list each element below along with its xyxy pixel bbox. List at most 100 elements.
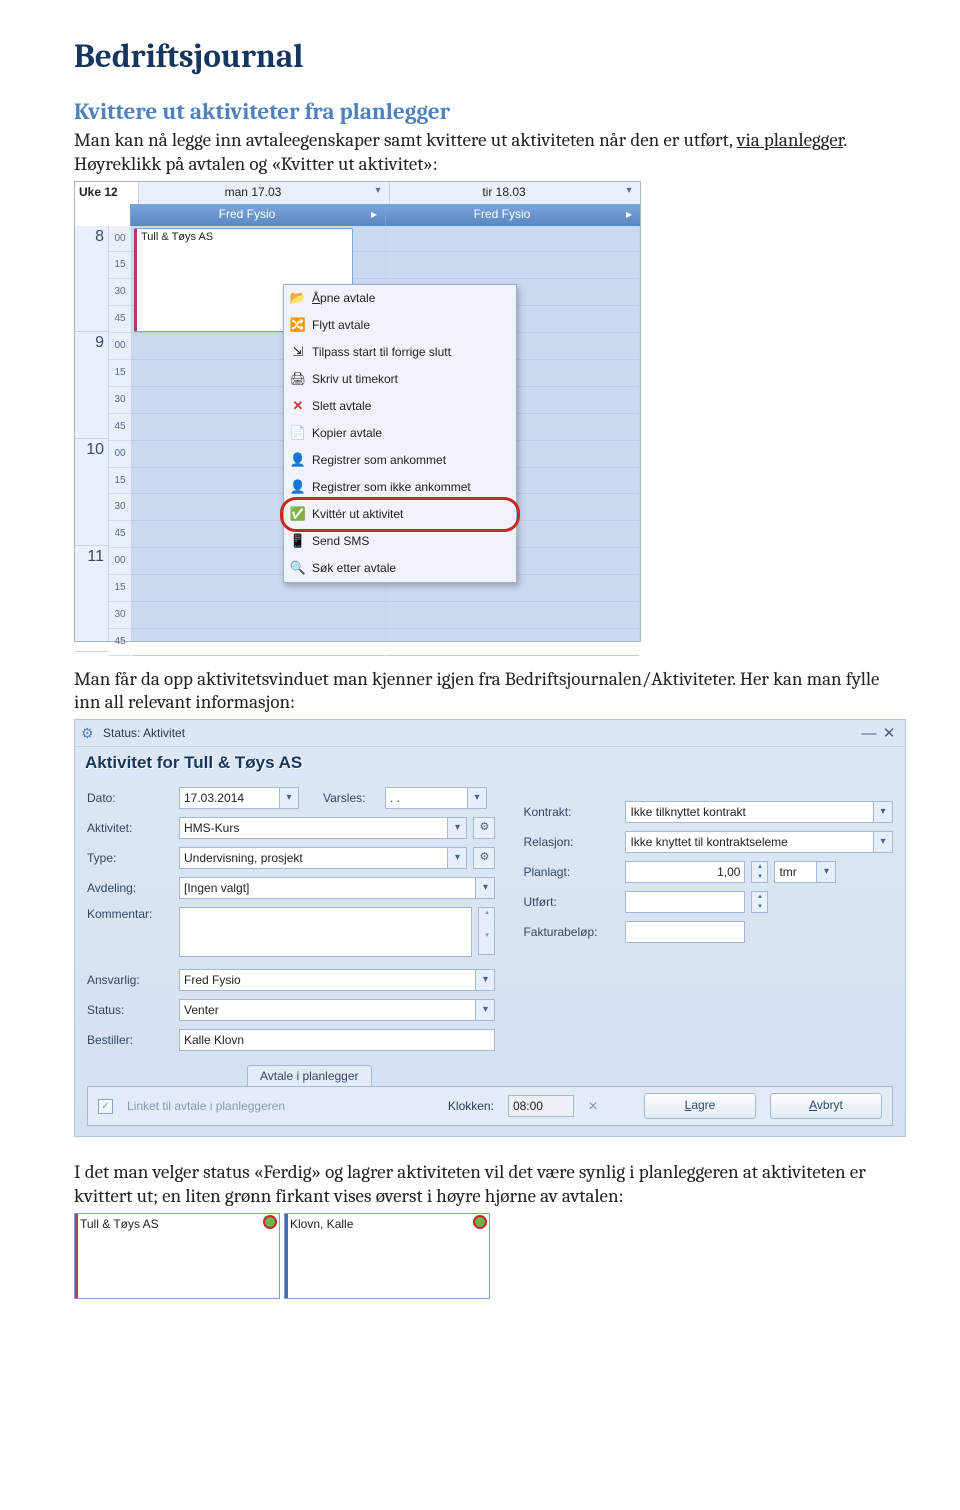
label-bestiller: Bestiller:: [87, 1033, 173, 1047]
hour-cell: 8: [75, 226, 108, 333]
minimize-button[interactable]: —: [859, 725, 879, 742]
menu-kvitter-ut-aktivitet[interactable]: ✅Kvittér ut aktivitet: [284, 501, 516, 528]
label-planlagt: Planlagt:: [523, 865, 619, 879]
move-icon: 🔀: [284, 317, 312, 333]
klokken-field: 08:00: [508, 1095, 574, 1117]
label-relasjon: Relasjon:: [523, 835, 619, 849]
avdeling-field[interactable]: [Ingen valgt]▾: [179, 877, 495, 899]
planlagt-field[interactable]: 1,00: [625, 861, 745, 883]
week-label: Uke 12: [75, 182, 138, 204]
minute-cell: 15: [109, 575, 131, 602]
label-aktivitet: Aktivitet:: [87, 821, 173, 835]
activity-dialog: ⚙ Status: Aktivitet — ✕ Aktivitet for Tu…: [74, 719, 906, 1137]
context-menu: 📂Åpne avtale 🔀Flytt avtale ⇲Tilpass star…: [283, 284, 517, 583]
user-x-icon: 👤: [284, 479, 312, 495]
search-icon: 🔍: [284, 560, 312, 576]
mini-appointment-b[interactable]: Klovn, Kalle: [284, 1213, 490, 1299]
label-status: Status:: [87, 1003, 173, 1017]
status-field[interactable]: Venter▾: [179, 999, 495, 1021]
label-klokken: Klokken:: [448, 1099, 494, 1113]
expand-icon[interactable]: ▾: [367, 182, 389, 204]
tab-avtale-i-planlegger[interactable]: Avtale i planlegger: [247, 1065, 372, 1086]
label-kontrakt: Kontrakt:: [523, 805, 619, 819]
menu-print-card[interactable]: 🖨Skriv ut timekort: [284, 366, 516, 393]
minute-cell: 45: [109, 414, 131, 441]
minute-cell: 00: [109, 441, 131, 468]
menu-move-appointment[interactable]: 🔀Flytt avtale: [284, 312, 516, 339]
print-icon: 🖨: [284, 371, 312, 387]
minute-cell: 30: [109, 387, 131, 414]
planlagt-stepper[interactable]: ▴▾: [751, 861, 768, 883]
mini-appointments: Tull & Tøys AS Klovn, Kalle: [74, 1213, 900, 1299]
gear-icon: ⚙: [81, 725, 97, 741]
menu-open-appointment[interactable]: 📂Åpne avtale: [284, 285, 516, 312]
minute-cell: 00: [109, 226, 131, 253]
type-field[interactable]: Undervisning, prosjekt▾: [179, 847, 467, 869]
menu-register-arrived[interactable]: 👤Registrer som ankommet: [284, 447, 516, 474]
minute-cell: 30: [109, 602, 131, 629]
dialog-heading: Aktivitet for Tull & Tøys AS: [85, 753, 905, 773]
bestiller-field[interactable]: Kalle Klovn: [179, 1029, 495, 1051]
completed-indicator-icon: [473, 1215, 487, 1229]
close-button[interactable]: ✕: [879, 724, 899, 742]
expand-icon[interactable]: ▸: [363, 204, 385, 226]
label-kommentar: Kommentar:: [87, 907, 173, 921]
utfort-stepper[interactable]: ▴▾: [751, 891, 768, 913]
minute-cell: 15: [109, 360, 131, 387]
dato-field[interactable]: 17.03.2014▾: [179, 787, 299, 809]
fakturabelop-field[interactable]: [625, 921, 745, 943]
menu-copy-appointment[interactable]: 📄Kopier avtale: [284, 420, 516, 447]
page-title: Bedriftsjournal: [74, 38, 900, 76]
minute-cell: 45: [109, 521, 131, 548]
settings-button[interactable]: ⚙: [473, 847, 495, 869]
expand-icon[interactable]: ▾: [618, 182, 640, 204]
minute-cell: 30: [109, 494, 131, 521]
hour-cell: 9: [75, 332, 108, 439]
menu-search-appointment[interactable]: 🔍Søk etter avtale: [284, 555, 516, 582]
linket-checkbox[interactable]: ✓: [98, 1099, 113, 1114]
minute-cell: 15: [109, 252, 131, 279]
menu-fit-start[interactable]: ⇲Tilpass start til forrige slutt: [284, 339, 516, 366]
closing-paragraph: I det man velger status «Ferdig» og lagr…: [74, 1161, 900, 1209]
clear-time-icon[interactable]: ✕: [588, 1099, 598, 1113]
sms-icon: 📱: [284, 533, 312, 549]
check-activity-icon: ✅: [284, 506, 312, 522]
menu-send-sms[interactable]: 📱Send SMS: [284, 528, 516, 555]
ansvarlig-field[interactable]: Fred Fysio▾: [179, 969, 495, 991]
chevron-down-icon: ▾: [467, 788, 486, 808]
label-varsles: Varsles:: [323, 791, 379, 805]
relasjon-field[interactable]: Ikke knyttet til kontraktseleme▾: [625, 831, 893, 853]
planlagt-unit-field[interactable]: tmr▾: [774, 861, 836, 883]
label-avdeling: Avdeling:: [87, 881, 173, 895]
label-dato: Dato:: [87, 791, 173, 805]
hour-cell: 11: [75, 546, 108, 653]
label-utfort: Utført:: [523, 895, 619, 909]
minute-cell: 45: [109, 306, 131, 333]
utfort-field[interactable]: [625, 891, 745, 913]
folder-open-icon: 📂: [284, 290, 312, 306]
settings-button[interactable]: ⚙: [473, 817, 495, 839]
avbryt-button[interactable]: Avbryt: [770, 1093, 882, 1119]
resource-header-2: Fred Fysio: [385, 204, 618, 226]
menu-register-not-arrived[interactable]: 👤Registrer som ikke ankommet: [284, 474, 516, 501]
completed-indicator-icon: [263, 1215, 277, 1229]
mini-appointment-a[interactable]: Tull & Tøys AS: [74, 1213, 280, 1299]
aktivitet-field[interactable]: HMS-Kurs▾: [179, 817, 467, 839]
minute-cell: 30: [109, 279, 131, 306]
delete-icon: ✕: [284, 398, 312, 414]
kontrakt-field[interactable]: Ikke tilknyttet kontrakt▾: [625, 801, 893, 823]
lagre-button[interactable]: Lagre: [644, 1093, 756, 1119]
dialog-title: Status: Aktivitet: [103, 726, 859, 740]
chevron-down-icon: ▾: [475, 970, 494, 990]
hour-cell: 10: [75, 439, 108, 546]
expand-icon[interactable]: ▸: [618, 204, 640, 226]
scrollbar[interactable]: ▴▾: [478, 907, 495, 955]
menu-delete-appointment[interactable]: ✕Slett avtale: [284, 393, 516, 420]
chevron-down-icon: ▾: [447, 848, 466, 868]
fit-icon: ⇲: [284, 344, 312, 360]
minute-cell: 45: [109, 629, 131, 656]
section-title: Kvittere ut aktiviteter fra planlegger: [74, 98, 900, 125]
varsles-field[interactable]: . .▾: [385, 787, 487, 809]
kommentar-field[interactable]: [179, 907, 472, 957]
label-type: Type:: [87, 851, 173, 865]
